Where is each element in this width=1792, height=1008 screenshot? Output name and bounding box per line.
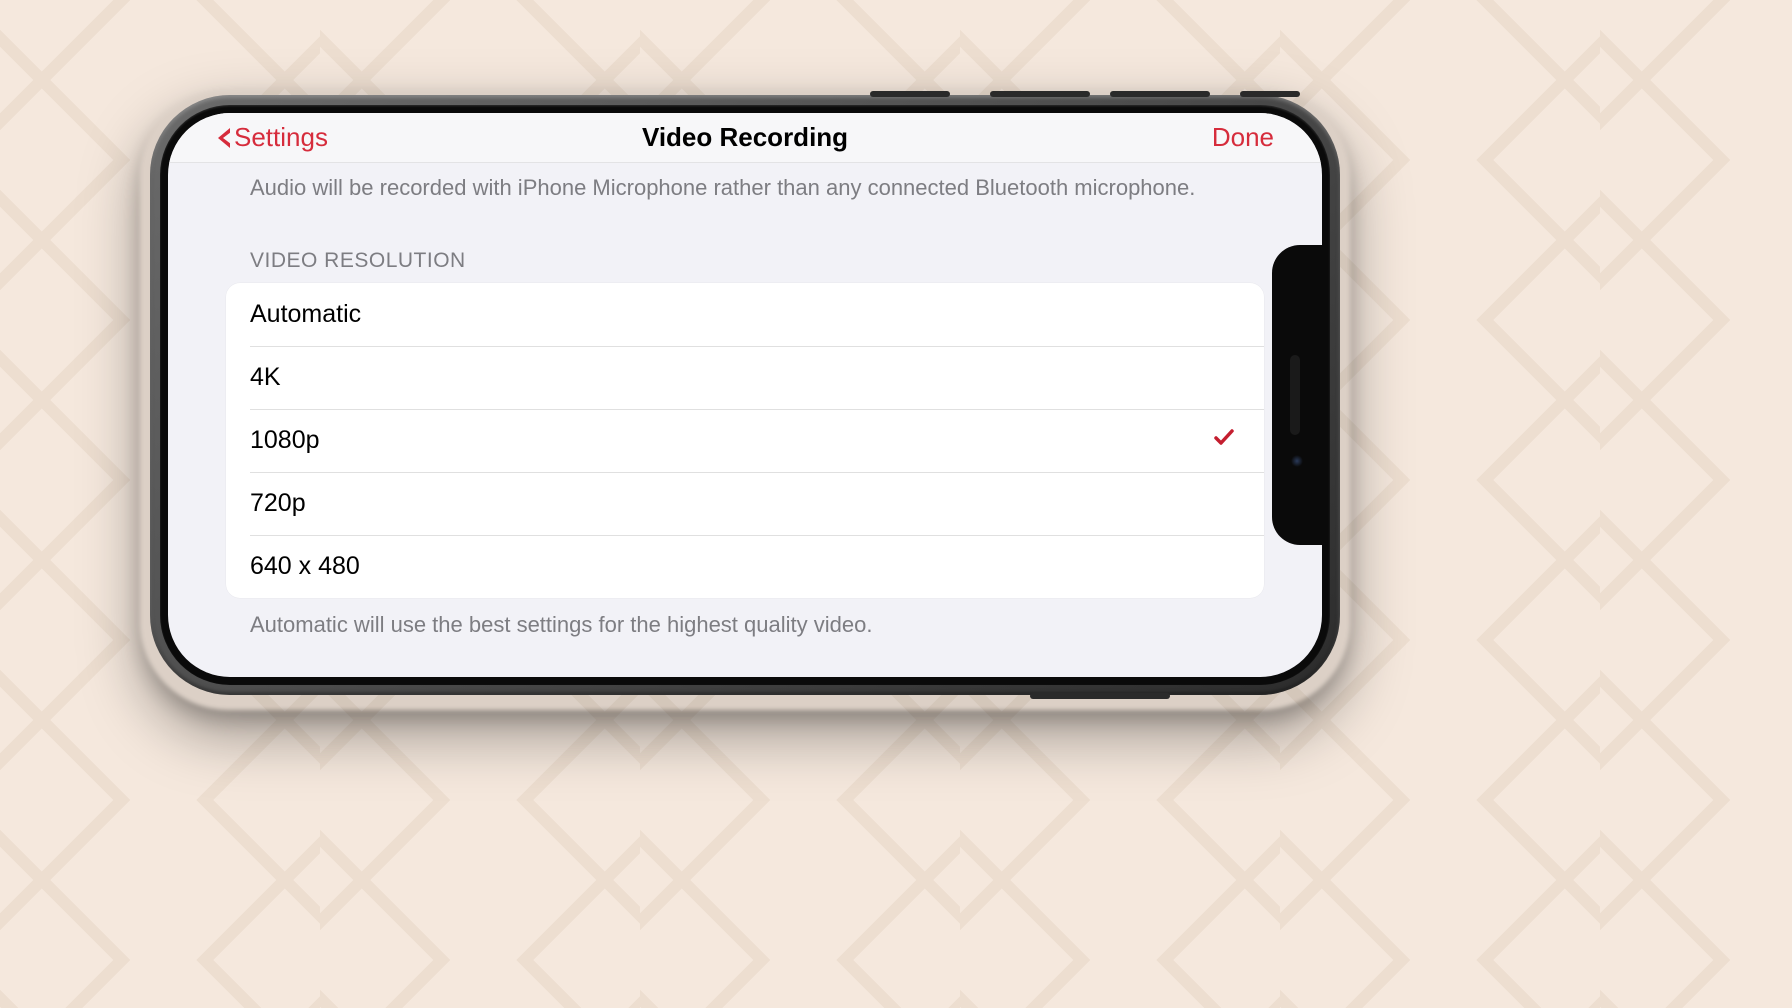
- phone-button-side: [1240, 91, 1300, 97]
- resolution-option-4k[interactable]: 4K: [226, 346, 1264, 409]
- phone-frame: Settings Video Recording Done Audio will…: [150, 95, 1340, 695]
- audio-hint-text: Audio will be recorded with iPhone Micro…: [168, 163, 1322, 211]
- chevron-left-icon: [218, 128, 230, 148]
- resolution-option-automatic[interactable]: Automatic: [226, 283, 1264, 346]
- resolution-option-label: 4K: [250, 363, 281, 392]
- resolution-option-640x480[interactable]: 640 x 480: [226, 535, 1264, 598]
- back-button[interactable]: Settings: [218, 122, 328, 153]
- resolution-option-label: 1080p: [250, 426, 320, 455]
- resolution-option-label: 720p: [250, 489, 306, 518]
- content-area: Audio will be recorded with iPhone Micro…: [168, 163, 1322, 677]
- phone-button-volume-up: [990, 91, 1090, 97]
- phone-button-volume-down: [1110, 91, 1210, 97]
- resolution-option-720p[interactable]: 720p: [226, 472, 1264, 535]
- navigation-bar: Settings Video Recording Done: [168, 113, 1322, 163]
- phone-button-silence: [870, 91, 950, 97]
- resolution-option-label: Automatic: [250, 300, 361, 329]
- resolution-list: Automatic 4K 1080p: [226, 283, 1264, 598]
- phone-screen: Settings Video Recording Done Audio will…: [168, 113, 1322, 677]
- page-title: Video Recording: [642, 122, 848, 153]
- footer-hint-text: Automatic will use the best settings for…: [168, 598, 1322, 648]
- resolution-option-label: 640 x 480: [250, 552, 360, 581]
- phone-notch: [1272, 245, 1322, 545]
- check-icon: [1212, 425, 1236, 456]
- phone-button-power: [1030, 693, 1170, 699]
- section-header-resolution: VIDEO RESOLUTION: [168, 211, 1322, 283]
- done-button[interactable]: Done: [1212, 122, 1274, 153]
- back-label: Settings: [234, 122, 328, 153]
- resolution-option-1080p[interactable]: 1080p: [226, 409, 1264, 472]
